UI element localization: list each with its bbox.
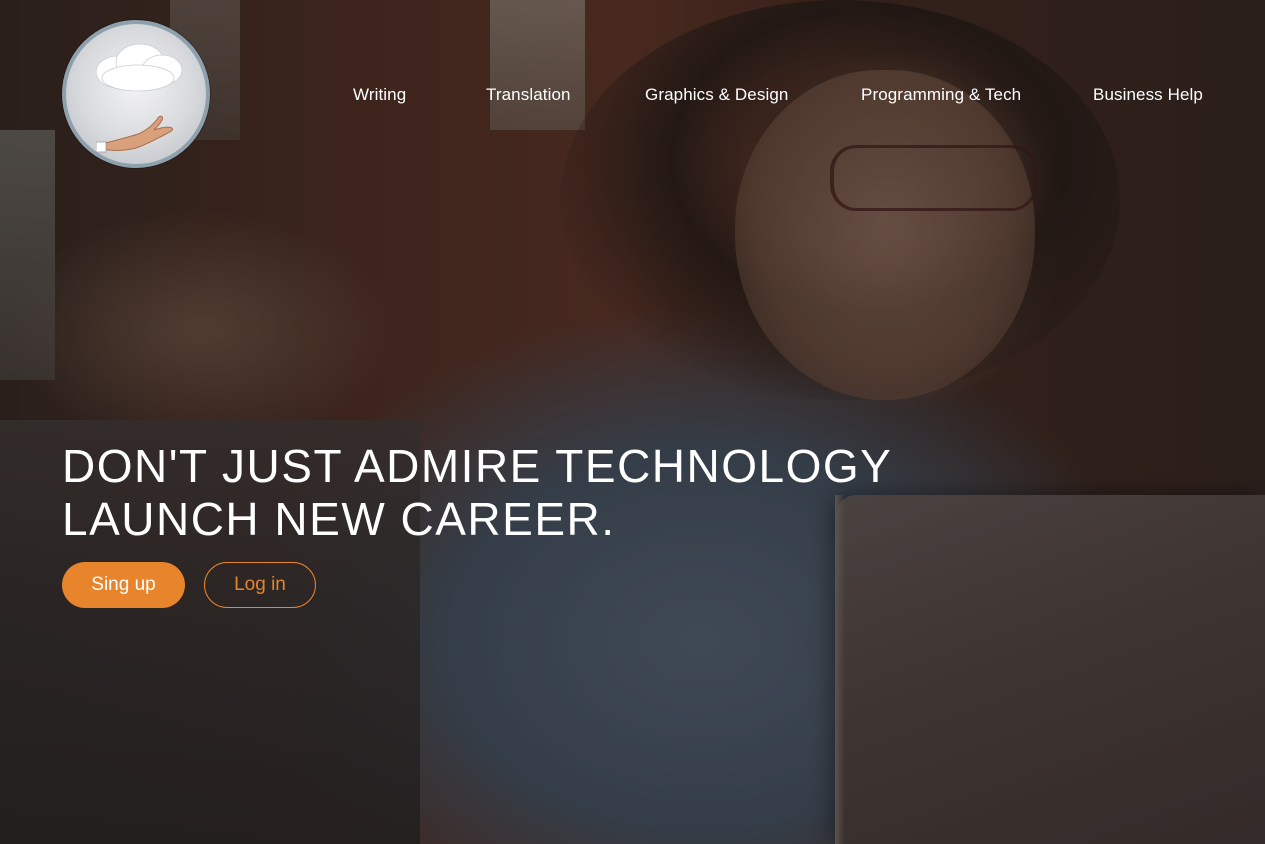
headline-line-1: DON'T JUST ADMIRE TECHNOLOGY: [62, 440, 893, 492]
hand-icon: [96, 115, 173, 153]
main-nav: Writing Translation Graphics & Design Pr…: [0, 85, 1265, 109]
hero-headline: DON'T JUST ADMIRE TECHNOLOGY LAUNCH NEW …: [62, 440, 892, 546]
headline-line-2: LAUNCH NEW CAREER.: [62, 493, 616, 545]
hero-section: Writing Translation Graphics & Design Pr…: [0, 0, 1265, 844]
nav-item-business-help[interactable]: Business Help: [1093, 85, 1203, 105]
nav-item-graphics-design[interactable]: Graphics & Design: [645, 85, 788, 105]
login-button[interactable]: Log in: [204, 562, 316, 608]
nav-item-programming-tech[interactable]: Programming & Tech: [861, 85, 1021, 105]
nav-item-translation[interactable]: Translation: [486, 85, 571, 105]
signup-button[interactable]: Sing up: [62, 562, 185, 608]
nav-item-writing[interactable]: Writing: [353, 85, 406, 105]
